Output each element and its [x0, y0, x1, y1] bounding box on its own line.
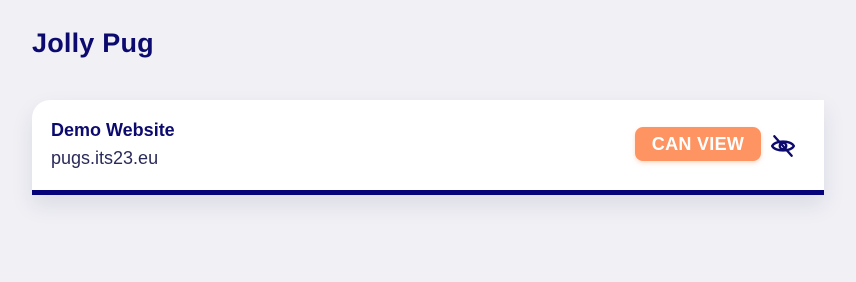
permission-badge[interactable]: CAN VIEW	[635, 127, 761, 161]
page-title: Jolly Pug	[32, 28, 154, 58]
site-name: Demo Website	[51, 120, 175, 140]
site-url: pugs.its23.eu	[51, 148, 159, 168]
site-card[interactable]: Demo Website pugs.its23.eu CAN VIEW	[32, 100, 824, 195]
eye-off-icon[interactable]	[770, 133, 796, 159]
